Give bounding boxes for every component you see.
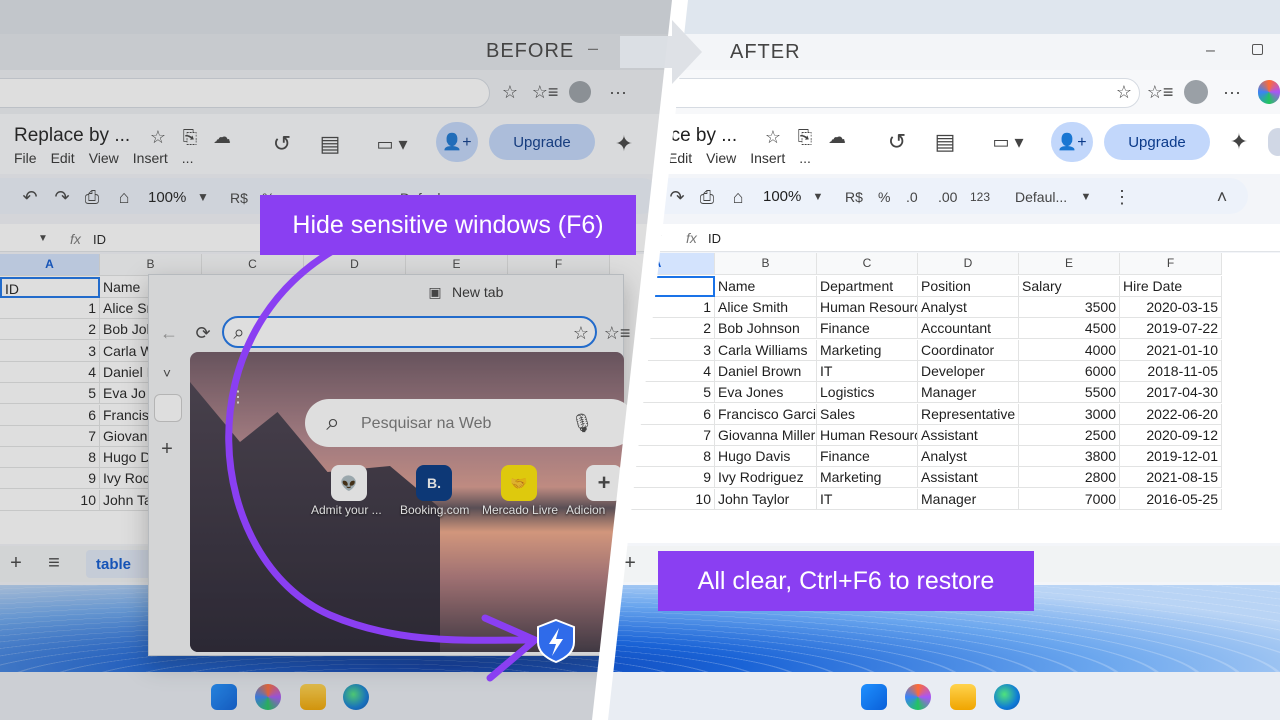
restore-callout: All clear, Ctrl+F6 to restore xyxy=(658,551,1034,611)
divider-overlay xyxy=(225,0,702,720)
panel-divider xyxy=(592,0,688,720)
shield-lightning-icon xyxy=(537,618,575,664)
hide-sensitive-callout: Hide sensitive windows (F6) xyxy=(260,195,636,255)
hide-arc-arrowhead xyxy=(481,614,539,682)
before-after-arrow xyxy=(620,20,702,84)
hide-arc-arrow xyxy=(225,240,534,644)
